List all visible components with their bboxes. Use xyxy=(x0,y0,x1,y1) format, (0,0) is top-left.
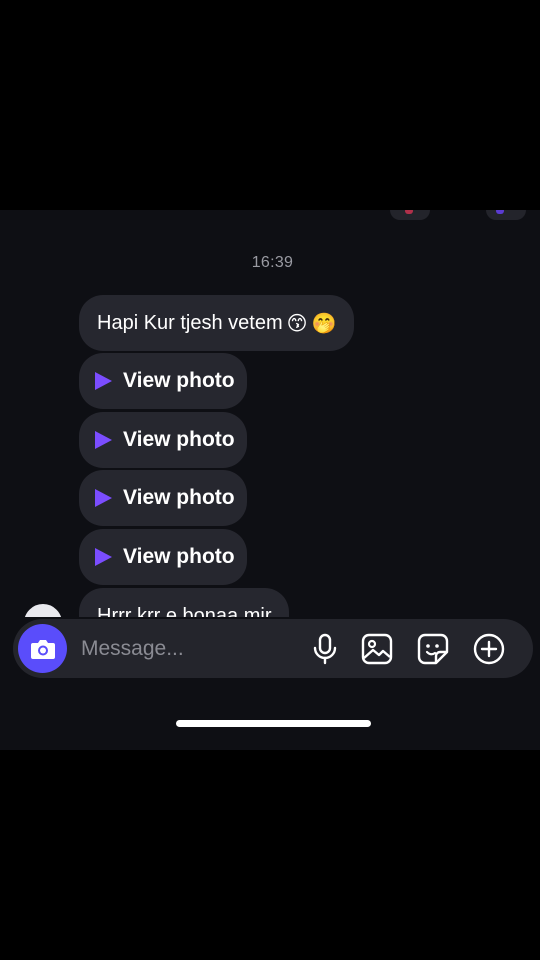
home-indicator xyxy=(176,720,371,727)
view-photo-button[interactable]: View photo xyxy=(79,470,247,526)
message-composer xyxy=(13,619,533,678)
view-photo-label: View photo xyxy=(123,486,235,509)
plus-circle-icon xyxy=(473,633,505,665)
message-text: Hrrr krr e bonaa mir xyxy=(97,604,272,618)
sticker-icon xyxy=(417,633,449,665)
sticker-button[interactable] xyxy=(416,632,450,666)
view-photo-button[interactable]: View photo xyxy=(79,353,247,409)
message-text: Hapi Kur tjesh vetem xyxy=(97,311,283,334)
microphone-icon xyxy=(313,633,337,665)
view-photo-label: View photo xyxy=(123,428,235,451)
message-input[interactable] xyxy=(79,627,303,671)
emoji-kissing: 😙 xyxy=(286,312,308,335)
camera-button[interactable] xyxy=(18,624,67,673)
plus-button[interactable] xyxy=(472,632,506,666)
message-bubble[interactable]: Hapi Kur tjesh vetem 😙 🤭 xyxy=(79,295,355,351)
view-photo-button[interactable]: View photo xyxy=(79,529,247,585)
play-icon xyxy=(95,372,112,390)
play-icon xyxy=(95,489,112,507)
view-photo-label: View photo xyxy=(123,369,235,392)
gallery-icon xyxy=(361,633,393,665)
play-icon xyxy=(95,548,112,566)
message-list: Hapi Kur tjesh vetem 😙 🤭 View photo View… xyxy=(0,210,540,617)
view-photo-button[interactable]: View photo xyxy=(79,412,247,468)
message-bubble[interactable]: Hrrr krr e bonaa mir xyxy=(79,588,290,618)
play-icon xyxy=(95,431,112,449)
microphone-button[interactable] xyxy=(308,632,342,666)
chat-screen: 16:39 Hapi Kur tjesh vetem 😙 🤭 View phot… xyxy=(0,210,540,750)
avatar[interactable] xyxy=(22,602,64,617)
gallery-button[interactable] xyxy=(360,632,394,666)
camera-icon xyxy=(30,639,55,659)
emoji-hand-over-mouth: 🤭 xyxy=(311,312,337,335)
view-photo-label: View photo xyxy=(123,545,235,568)
